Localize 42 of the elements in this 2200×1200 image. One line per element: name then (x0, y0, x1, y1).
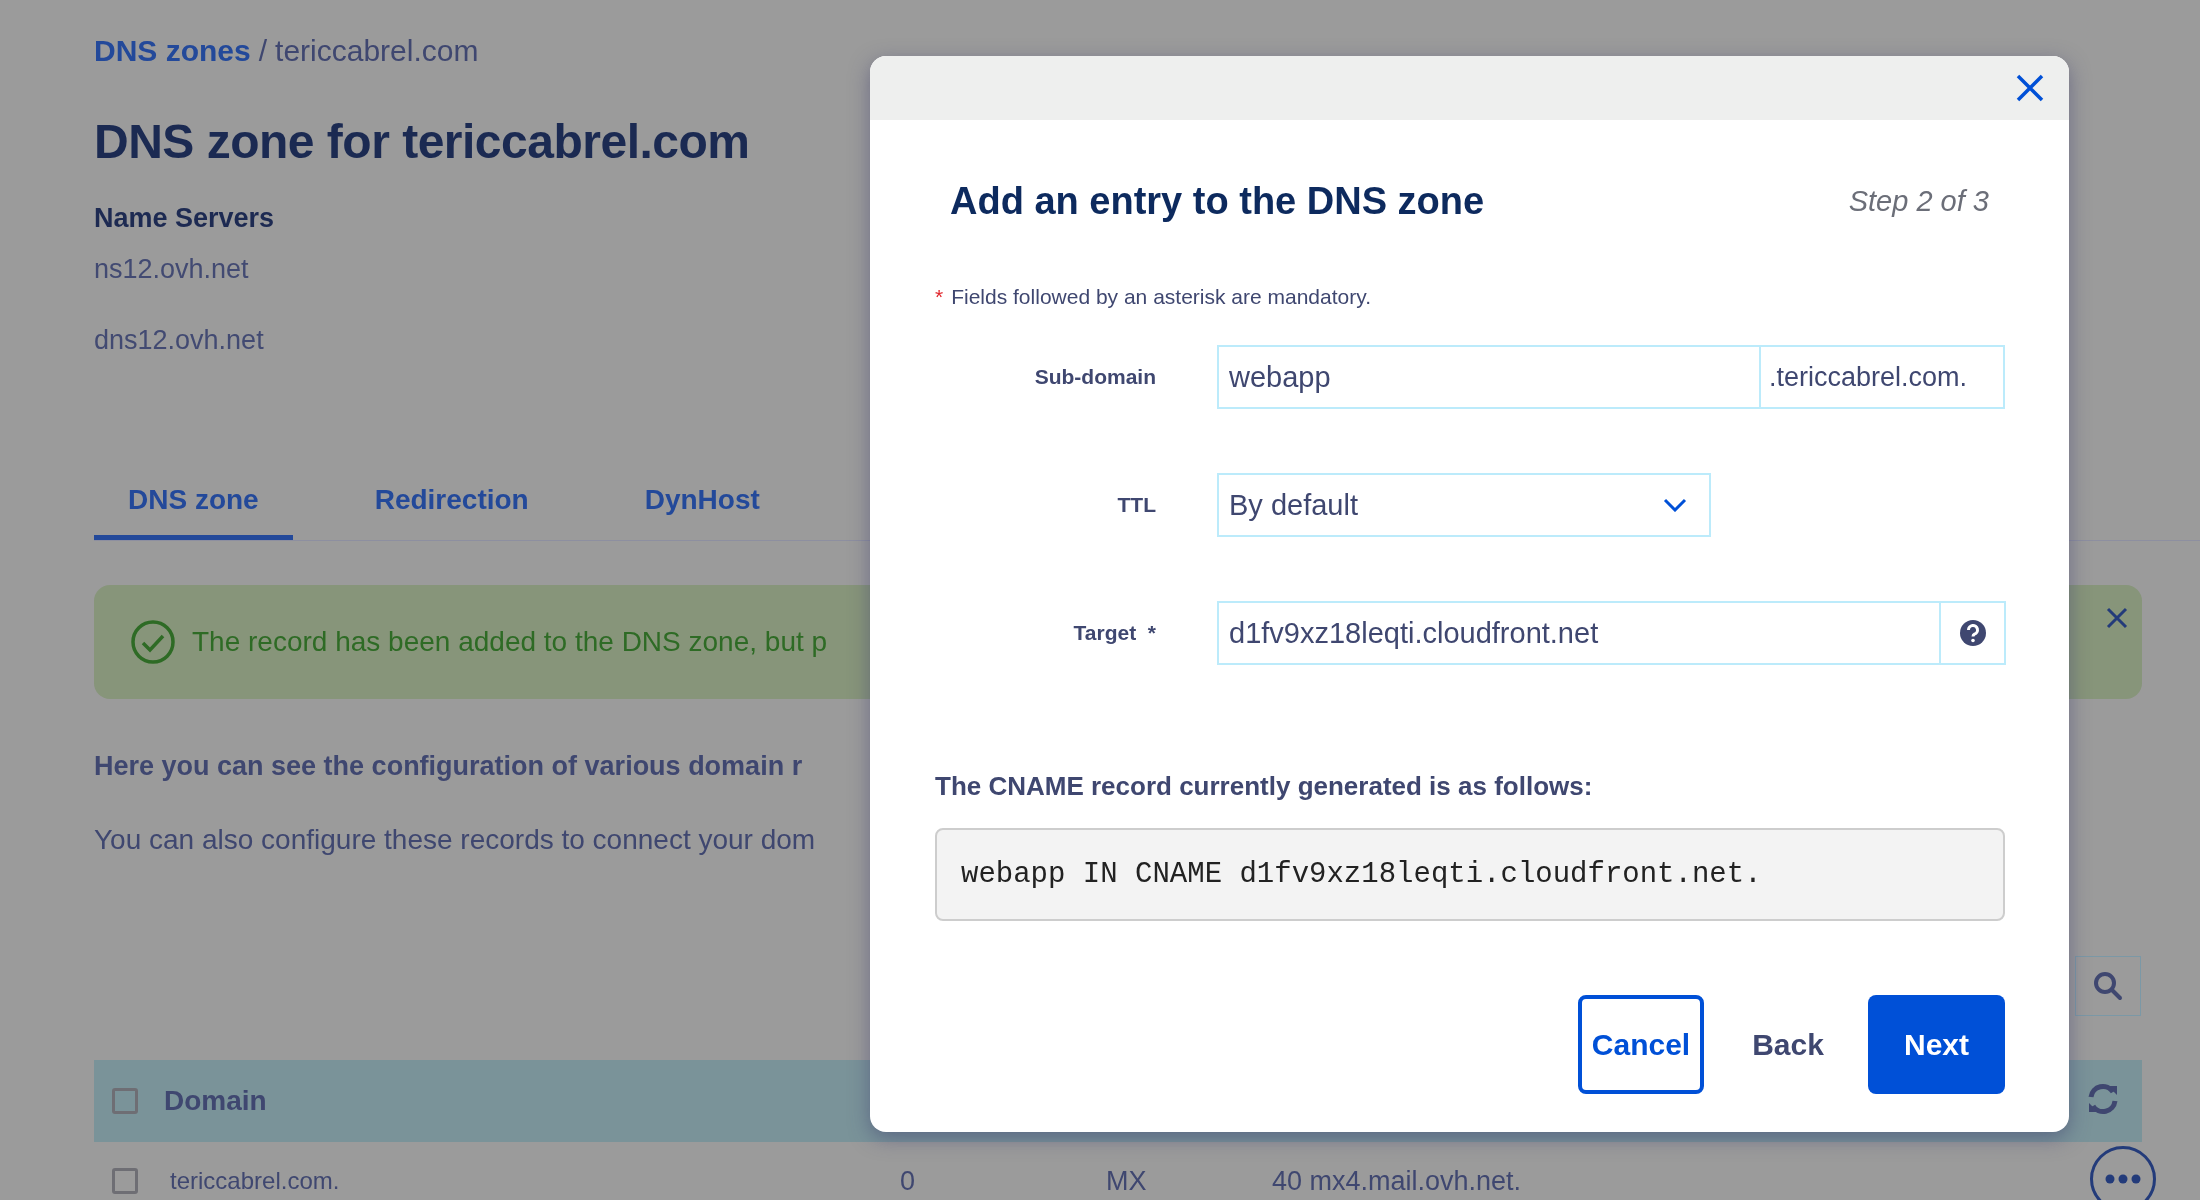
section-heading: Name Servers (94, 203, 275, 234)
close-icon[interactable] (2015, 73, 2045, 103)
input-field[interactable]: d1fv9xz18leqti.cloudfront.net (1217, 601, 1941, 665)
table-cell: MX (1106, 1165, 1147, 1197)
name-server: dns12.ovh.net (94, 325, 264, 356)
next-button[interactable]: Next (1868, 995, 2005, 1094)
record-preview: webapp IN CNAME d1fv9xz18leqti.cloudfront.net. (935, 828, 2005, 921)
checkbox[interactable] (112, 1088, 138, 1114)
name-server: ns12.ovh.net (94, 254, 249, 285)
help-icon (1958, 619, 1987, 647)
chevron-down-icon (1663, 498, 1687, 512)
search-icon (2093, 971, 2123, 1001)
input-field[interactable]: webapp (1217, 345, 1761, 409)
search-button[interactable] (2075, 956, 2141, 1016)
breadcrumb-separator: / (258, 34, 268, 68)
field-label: TTL (1116, 493, 1156, 517)
table-cell: 0 (900, 1165, 916, 1197)
field-label: Sub-domain (1033, 365, 1156, 389)
more-options-button[interactable] (2090, 1146, 2156, 1200)
cancel-button[interactable]: Cancel (1578, 995, 1704, 1094)
alert-message: The record has been added to the DNS zone, but p (192, 626, 828, 658)
help-button[interactable] (1941, 601, 2006, 665)
select-field[interactable]: By default (1217, 473, 1711, 537)
step-indicator: Step 2 of 3 (1848, 185, 1989, 218)
field-label: Target * (1072, 621, 1156, 645)
table-cell: tericcabrel.com. (170, 1167, 340, 1195)
table-cell: 40 mx4.mail.ovh.net. (1272, 1165, 1522, 1197)
domain-suffix: .tericcabrel.com. (1761, 345, 2005, 409)
back-button[interactable]: Back (1724, 995, 1852, 1094)
breadcrumb-current: tericcabrel.com (275, 34, 479, 68)
section-heading: Here you can see the configuration of various domain r (94, 751, 803, 782)
page-title: DNS zone for tericcabrel.com (94, 114, 751, 169)
close-icon[interactable] (2106, 607, 2128, 629)
column-header: Domain (164, 1085, 267, 1117)
refresh-icon[interactable] (2086, 1082, 2120, 1116)
modal-title: Add an entry to the DNS zone (950, 180, 1485, 223)
checkbox[interactable] (112, 1168, 138, 1194)
record-heading: The CNAME record currently generated is as follows: (935, 771, 1593, 802)
description-text: You can also configure these records to connect your dom (94, 824, 816, 856)
mandatory-note: * Fields followed by an asterisk are mandatory. (935, 285, 1371, 309)
check-circle-icon (130, 619, 176, 665)
ellipsis-icon (2105, 1174, 2141, 1184)
